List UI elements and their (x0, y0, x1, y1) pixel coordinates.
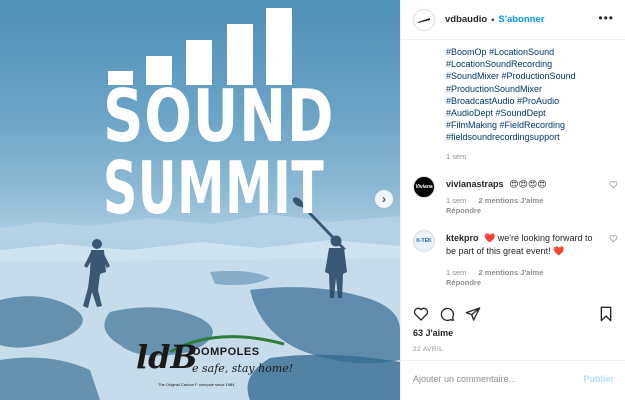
post-actions (401, 300, 625, 325)
reply-button[interactable]: Répondre (446, 278, 481, 287)
caption-hashtags: #BoomOp #LocationSound #LocationSoundReco… (446, 46, 616, 144)
more-options-icon[interactable]: ••• (598, 11, 614, 25)
next-image-button[interactable]: › (375, 190, 393, 208)
comment-meta: 1 sem 2 mentions J'aime (446, 196, 553, 205)
comments-list[interactable]: #BoomOp #LocationSound #LocationSoundReco… (401, 40, 625, 300)
ktek-logo: K-TEK (416, 238, 432, 244)
hashtag-line[interactable]: #LocationSoundRecording (446, 58, 616, 70)
caption-time: 1 sem (446, 152, 467, 161)
post-date[interactable]: 22 AVRIL (413, 346, 443, 353)
reply-button[interactable]: Répondre (446, 206, 481, 215)
hashtag-line[interactable]: #SoundMixer #ProductionSound (446, 70, 616, 82)
comment-time[interactable]: 1 sem (446, 268, 466, 277)
comment-item: Viviana vivianastraps 😍😍😍😍 1 sem 2 menti… (413, 176, 618, 216)
commenter-avatar[interactable]: K-TEK (413, 230, 435, 252)
commenter-avatar[interactable]: Viviana (413, 176, 435, 198)
post-sidebar: vdbaudio • S'abonner ••• #BoomOp #Locati… (400, 0, 625, 400)
hashtag-line[interactable]: #AudioDept #SoundDept (446, 107, 616, 119)
post-header: vdbaudio • S'abonner ••• (401, 0, 625, 40)
brand-letters: ldB (136, 338, 198, 376)
comment-bubble-icon[interactable] (439, 306, 455, 322)
brand-slogan: e safe, stay home! (192, 362, 294, 375)
comment-body: ktekpro ❤️ we're looking forward to be p… (446, 232, 598, 257)
hashtag-line[interactable]: #BroadcastAudio #ProAudio (446, 95, 616, 107)
comment-input[interactable] (413, 374, 563, 384)
comment-username[interactable]: ktekpro (446, 233, 479, 243)
comment-meta: 1 sem 2 mentions J'aime (446, 268, 553, 277)
post-image: SOUND SUMMIT › ldB OOMPOLES e safe, stay… (0, 0, 400, 400)
comment-username[interactable]: vivianastraps (446, 179, 504, 189)
brand-tagline: The Original Carbon F oompole since 1984 (158, 382, 235, 387)
hashtag-line[interactable]: #FilmMaking #FieldRecording (446, 119, 616, 131)
add-comment-bar: Publier (401, 360, 625, 400)
comment-likes[interactable]: 2 mentions J'aime (479, 268, 544, 277)
brand-name: OOMPOLES (192, 346, 260, 358)
hashtag-line[interactable]: #ProductionSoundMixer (446, 83, 616, 95)
comment-likes[interactable]: 2 mentions J'aime (479, 196, 544, 205)
save-bookmark-icon[interactable] (598, 306, 614, 322)
like-comment-heart-icon[interactable] (609, 180, 618, 189)
comment-text: 😍😍😍😍 (509, 179, 547, 189)
logo-text-summit: SUMMIT (103, 146, 325, 230)
logo-text-sound: SOUND (103, 74, 335, 158)
hashtag-line[interactable]: #BoomOp #LocationSound (446, 46, 616, 58)
hashtag-line[interactable]: #fieldsoundrecordingsupport (446, 131, 616, 143)
like-comment-heart-icon[interactable] (609, 234, 618, 243)
likes-count[interactable]: 63 J'aime (413, 328, 453, 338)
like-heart-icon[interactable] (413, 306, 429, 322)
comment-item: K-TEK ktekpro ❤️ we're looking forward t… (413, 230, 618, 288)
chevron-right-icon: › (382, 192, 386, 206)
header-username[interactable]: vdbaudio (445, 14, 487, 25)
publish-button[interactable]: Publier (583, 374, 614, 384)
profile-avatar[interactable] (413, 8, 435, 31)
follow-button[interactable]: S'abonner (498, 14, 544, 25)
comment-time[interactable]: 1 sem (446, 196, 466, 205)
vdb-logo-icon (418, 17, 430, 23)
comment-body: vivianastraps 😍😍😍😍 (446, 178, 598, 191)
header-separator: • (491, 14, 495, 25)
share-send-icon[interactable] (465, 306, 481, 322)
